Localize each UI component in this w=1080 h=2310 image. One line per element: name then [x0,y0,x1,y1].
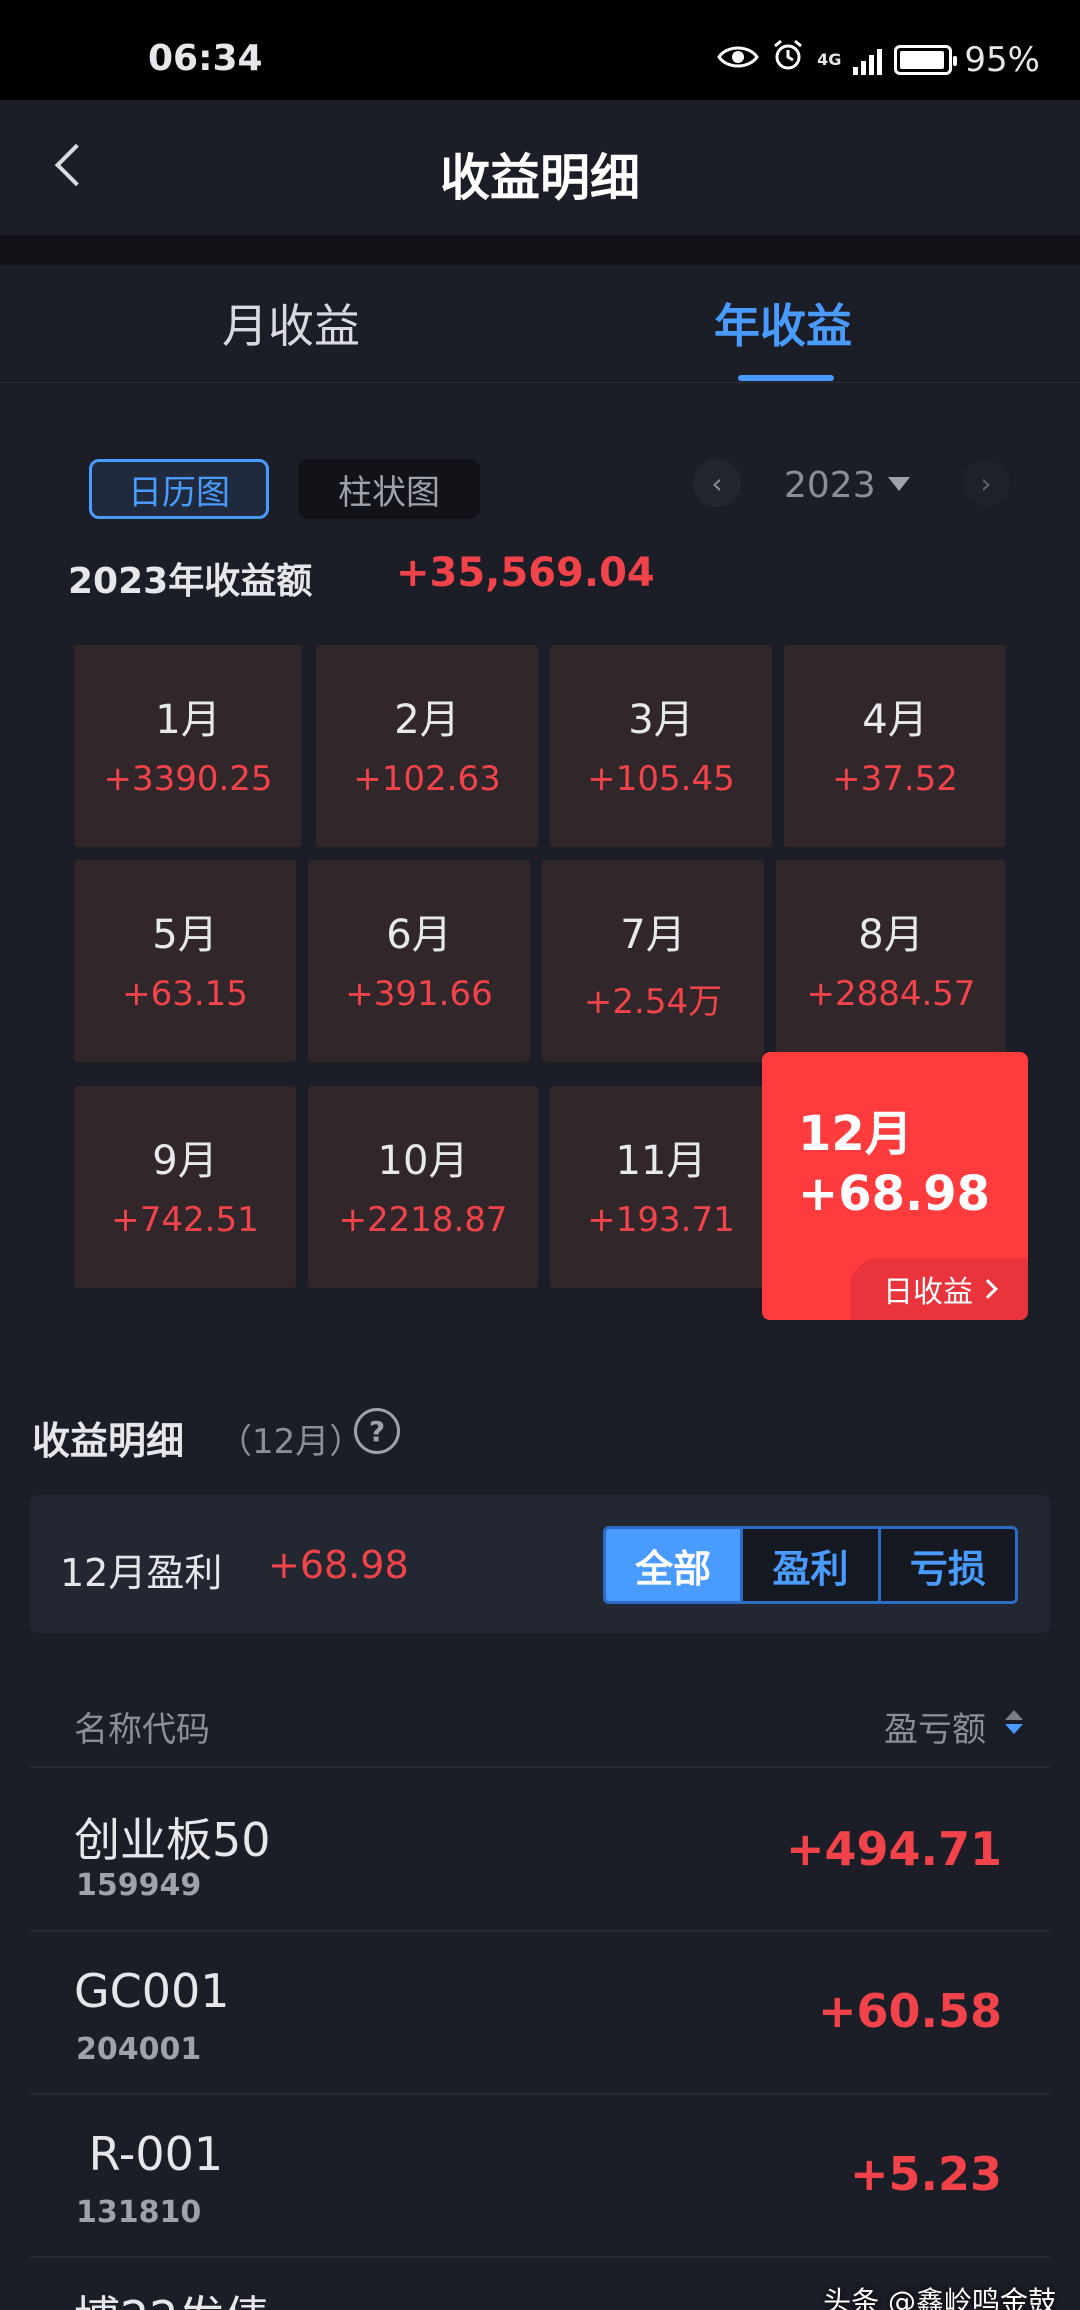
month-card-7[interactable]: 7月 +2.54万 [542,860,764,1062]
month-name: 8月 [858,912,924,958]
month-name: 3月 [628,697,694,743]
caret-down-icon[interactable] [888,477,910,491]
signal-icon [853,45,883,75]
network-type: 4G [817,50,842,69]
daily-income-label: 日收益 [883,1275,973,1310]
eye-icon [717,40,759,80]
filter-all-button[interactable]: 全部 [606,1529,741,1601]
month-value: +37.52 [832,759,958,799]
month-name: 12月 [798,1106,913,1162]
security-name: R-001 [74,2127,224,2181]
month-card-10[interactable]: 10月 +2218.87 [308,1086,538,1288]
chevron-right-icon [978,1279,998,1299]
detail-section-month: （12月） [218,1422,364,1462]
column-header-name: 名称代码 [74,1710,210,1750]
month-value: +3390.25 [103,759,273,799]
alarm-icon [771,38,805,81]
column-header-pnl[interactable]: 盈亏额 [884,1702,986,1751]
month-card-6[interactable]: 6月 +391.66 [308,860,530,1062]
table-row[interactable]: R-001 131810 +5.23 [0,2095,1080,2255]
month-value: +742.51 [111,1200,259,1240]
battery-icon [894,44,958,75]
table-row[interactable]: GC001 204001 +60.58 [0,1932,1080,2092]
month-profit-label: 12月盈利 [60,1551,223,1595]
filter-loss-button[interactable]: 亏损 [877,1529,1015,1601]
month-name: 4月 [862,697,928,743]
status-icons: 4G 95% [717,38,1040,81]
battery-percent: 95% [964,39,1040,80]
month-name: 11月 [615,1138,707,1184]
month-value: +193.71 [587,1200,735,1240]
header-divider [0,235,1080,265]
security-pnl: +5.23 [849,2147,1002,2201]
security-code: 159949 [76,1868,202,1903]
tab-monthly[interactable]: 月收益 [222,290,360,356]
month-name: 2月 [394,697,460,743]
month-value: +102.63 [353,759,501,799]
security-pnl: +60.58 [817,1984,1002,2038]
security-name: 创业板50 [74,1813,271,1867]
month-card-5[interactable]: 5月 +63.15 [74,860,296,1062]
month-value: +63.15 [122,974,248,1014]
tab-active-indicator [738,375,834,381]
next-year-button[interactable]: › [962,459,1010,507]
month-card-11[interactable]: 11月 +193.71 [550,1086,772,1288]
chevron-left-icon: ‹ [711,466,723,500]
month-card-8[interactable]: 8月 +2884.57 [776,860,1006,1062]
security-pnl: +494.71 [785,1822,1002,1876]
month-value: +2.54万 [583,982,723,1022]
month-profit-value: +68.98 [268,1543,409,1587]
profit-filter-group: 全部 盈利 亏损 [603,1526,1018,1604]
detail-section-title: 收益明细 [32,1419,185,1463]
month-name: 5月 [152,912,218,958]
year-select[interactable]: 2023 [784,465,876,506]
month-value: +68.98 [798,1166,991,1222]
month-name: 1月 [155,697,221,743]
security-code: 131810 [76,2195,202,2230]
prev-year-button[interactable]: ‹ [693,459,741,507]
daily-income-link[interactable]: 日收益 [850,1258,1028,1320]
tab-yearly[interactable]: 年收益 [714,290,852,356]
chevron-right-icon: › [980,466,992,500]
month-value: +2218.87 [338,1200,508,1240]
help-icon[interactable]: ? [354,1408,400,1454]
year-summary-label: 2023年收益额 [68,561,313,602]
month-card-12-selected[interactable]: 12月 +68.98 日收益 [762,1052,1028,1320]
filter-profit-button[interactable]: 盈利 [740,1529,878,1601]
sort-icon[interactable] [1003,1708,1025,1736]
month-card-9[interactable]: 9月 +742.51 [74,1086,296,1288]
month-name: 10月 [377,1138,469,1184]
security-name: 博22发债 [74,2282,271,2310]
month-value: +105.45 [587,759,735,799]
page-title: 收益明细 [440,149,640,207]
table-row[interactable]: 创业板50 159949 +494.71 [0,1768,1080,1928]
calendar-view-button[interactable]: 日历图 [89,459,269,519]
security-code: 204001 [76,2032,202,2067]
month-name: 7月 [620,912,686,958]
month-card-3[interactable]: 3月 +105.45 [550,645,772,847]
month-value: +391.66 [345,974,493,1014]
year-summary-value: +35,569.04 [396,550,655,596]
tab-bar [0,265,1080,383]
month-card-2[interactable]: 2月 +102.63 [316,645,538,847]
month-card-1[interactable]: 1月 +3390.25 [74,645,302,847]
month-value: +2884.57 [806,974,976,1014]
status-time: 06:34 [148,38,263,79]
month-card-4[interactable]: 4月 +37.52 [784,645,1006,847]
security-name: GC001 [74,1964,230,2018]
month-name: 6月 [386,912,452,958]
watermark: 头条 @鑫岭鸣金鼓 [823,2285,1056,2310]
month-name: 9月 [152,1138,218,1184]
bar-chart-view-button[interactable]: 柱状图 [298,459,480,519]
